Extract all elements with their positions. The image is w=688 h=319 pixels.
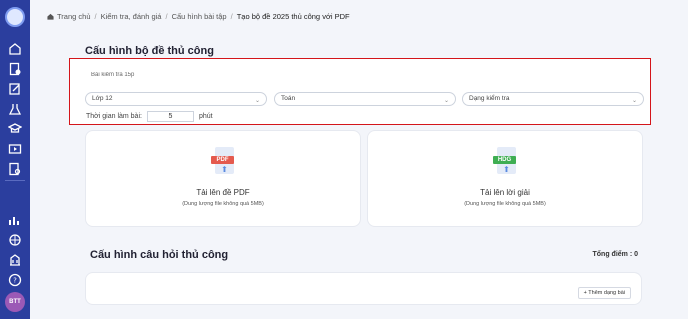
exam-name-input[interactable] [84,68,639,82]
page-title: Cấu hình bộ đề thủ công [85,45,214,57]
grade-select[interactable]: Lớp 12 ⌄ [85,92,267,106]
upload-pdf-subtitle: (Dung lượng file không quá 5MB) [182,201,264,207]
search-doc-icon[interactable] [8,162,22,176]
question-config-title: Cấu hình câu hỏi thủ công [90,249,229,261]
sidebar: ? BTT [0,0,30,319]
add-question-type-button[interactable]: + Thêm dạng bài [577,287,631,299]
chevron-down-icon: ⌄ [631,98,637,104]
subject-select[interactable]: Toán ⌄ [274,92,456,106]
pdf-file-icon: PDF ⬆ [211,147,237,180]
sidebar-divider [5,180,25,181]
upload-solution-subtitle: (Dung lượng file không quá 5MB) [464,201,546,207]
upload-pdf-title: Tải lên đề PDF [196,188,250,197]
science-icon[interactable] [8,102,22,116]
breadcrumb-exercise-config[interactable]: Cấu hình bài tập [172,12,227,21]
media-icon[interactable] [8,142,22,156]
home-icon[interactable] [8,42,22,56]
edit-icon[interactable] [8,82,22,96]
chart-icon[interactable] [8,213,22,227]
grade-select-value: Lớp 12 [92,95,113,102]
subject-select-value: Toán [281,95,296,102]
config-panel: Lớp 12 ⌄ Toán ⌄ Dạng kiểm tra ⌄ Thời gia… [69,58,651,125]
breadcrumb-current: Tạo bộ đề 2025 thủ công với PDF [236,12,350,21]
grade-icon[interactable] [8,62,22,76]
home-icon [47,13,54,20]
test-type-select-value: Dạng kiểm tra [469,95,510,102]
upload-pdf-card[interactable]: PDF ⬆ Tải lên đề PDF (Dung lượng file kh… [85,130,361,227]
avatar[interactable]: BTT [5,292,25,312]
upload-solution-title: Tải lên lời giải [480,188,530,197]
solution-file-icon: HDG ⬆ [493,147,519,180]
time-unit: phút [198,113,213,120]
question-config-panel: + Thêm dạng bài [85,272,642,305]
total-score: Tổng điểm : 0 [592,251,639,258]
chevron-down-icon: ⌄ [254,98,260,104]
school-icon[interactable] [8,122,22,136]
time-row: Thời gian làm bài: 5 phút [86,111,213,122]
help-icon[interactable]: ? [8,273,22,287]
breadcrumb-separator: / [165,12,168,21]
breadcrumb-assessment[interactable]: Kiểm tra, đánh giá [101,12,162,21]
time-input[interactable]: 5 [146,111,194,122]
chevron-down-icon: ⌄ [443,98,449,104]
time-label: Thời gian làm bài: [86,113,142,120]
breadcrumb: Trang chủ / Kiểm tra, đánh giá / Cấu hìn… [47,12,350,21]
upload-solution-card[interactable]: HDG ⬆ Tải lên lời giải (Dung lượng file … [367,130,643,227]
building-icon[interactable] [8,253,22,267]
breadcrumb-separator: / [230,12,233,21]
breadcrumb-home[interactable]: Trang chủ [57,12,91,21]
breadcrumb-separator: / [94,12,97,21]
app-logo[interactable] [5,7,25,27]
globe-icon[interactable] [8,233,22,247]
test-type-select[interactable]: Dạng kiểm tra ⌄ [462,92,644,106]
svg-text:?: ? [13,277,17,285]
